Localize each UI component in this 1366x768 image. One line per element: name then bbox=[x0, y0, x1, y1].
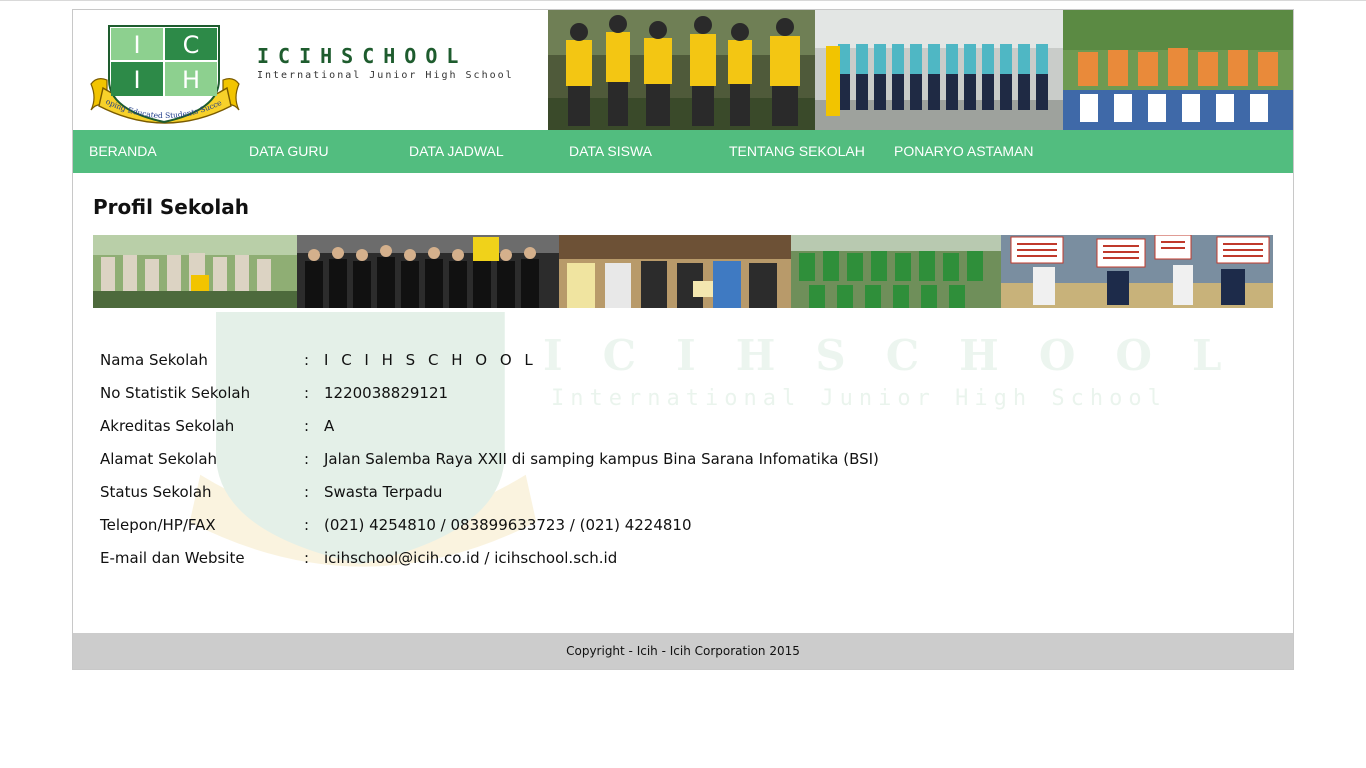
shield-logo-icon: I C I H Developing Educated Students Suc… bbox=[82, 15, 240, 124]
nav-item-data-guru[interactable]: DATA GURU bbox=[249, 130, 329, 173]
profile-value-statistik: 1220038829121 bbox=[324, 383, 449, 402]
site-header: I C I H Developing Educated Students Suc… bbox=[73, 10, 1293, 130]
table-row: Status Sekolah : Swasta Terpadu bbox=[93, 475, 1224, 508]
profile-value-nama: I C I H S C H O O L bbox=[324, 350, 537, 369]
table-row: No Statistik Sekolah : 1220038829121 bbox=[93, 376, 1224, 409]
browser-top-rule bbox=[0, 0, 1366, 1]
logo-letter-3: I bbox=[133, 66, 140, 94]
logo-letter-1: I bbox=[133, 31, 140, 59]
main-content: ICIHSCHOOL International Junior High Sch… bbox=[73, 173, 1293, 633]
profile-value-email: icihschool@icih.co.id / icihschool.sch.i… bbox=[324, 548, 618, 567]
profile-photo-banner bbox=[93, 235, 1273, 308]
logo-letter-2: C bbox=[183, 31, 200, 59]
profile-separator: : bbox=[304, 548, 310, 567]
profile-label-akreditas: Akreditas Sekolah bbox=[100, 416, 235, 435]
profile-value-status: Swasta Terpadu bbox=[324, 482, 443, 501]
table-row: E-mail dan Website : icihschool@icih.co.… bbox=[93, 541, 1224, 574]
profile-separator: : bbox=[304, 350, 310, 369]
profile-separator: : bbox=[304, 449, 310, 468]
profile-value-alamat: Jalan Salemba Raya XXII di samping kampu… bbox=[324, 449, 879, 468]
profile-label-nama: Nama Sekolah bbox=[100, 350, 208, 369]
brand-subtitle: International Junior High School bbox=[257, 70, 514, 81]
profile-separator: : bbox=[304, 383, 310, 402]
profile-separator: : bbox=[304, 416, 310, 435]
table-row: Nama Sekolah : I C I H S C H O O L bbox=[93, 343, 1224, 376]
header-photo-collage bbox=[548, 10, 1293, 130]
table-row: Alamat Sekolah : Jalan Salemba Raya XXII… bbox=[93, 442, 1224, 475]
profile-label-statistik: No Statistik Sekolah bbox=[100, 383, 251, 402]
profile-label-telepon: Telepon/HP/FAX bbox=[100, 515, 216, 534]
nav-item-data-jadwal[interactable]: DATA JADWAL bbox=[409, 130, 504, 173]
profile-value-telepon: (021) 4254810 / 083899633723 / (021) 422… bbox=[324, 515, 692, 534]
profile-separator: : bbox=[304, 482, 310, 501]
page-title: Profil Sekolah bbox=[93, 195, 249, 219]
logo-letter-4: H bbox=[182, 66, 200, 94]
nav-item-beranda[interactable]: BERANDA bbox=[89, 130, 157, 173]
profile-value-akreditas: A bbox=[324, 416, 335, 435]
brand-title: ICIHSCHOOL bbox=[257, 44, 468, 68]
profile-label-alamat: Alamat Sekolah bbox=[100, 449, 218, 468]
school-profile-table: Nama Sekolah : I C I H S C H O O L No St… bbox=[93, 343, 1224, 574]
page-container: I C I H Developing Educated Students Suc… bbox=[72, 9, 1294, 670]
school-logo[interactable]: I C I H Developing Educated Students Suc… bbox=[82, 15, 245, 126]
brand-block: ICIHSCHOOL International Junior High Sch… bbox=[257, 44, 514, 83]
profile-label-status: Status Sekolah bbox=[100, 482, 212, 501]
site-footer: Copyright - Icih - Icih Corporation 2015 bbox=[73, 633, 1293, 669]
main-nav: BERANDA DATA GURU DATA JADWAL DATA SISWA… bbox=[73, 130, 1293, 173]
nav-item-tentang-sekolah[interactable]: TENTANG SEKOLAH bbox=[729, 130, 865, 173]
nav-item-data-siswa[interactable]: DATA SISWA bbox=[569, 130, 652, 173]
nav-item-ponaryo-astaman[interactable]: PONARYO ASTAMAN bbox=[894, 130, 1034, 173]
table-row: Telepon/HP/FAX : (021) 4254810 / 0838996… bbox=[93, 508, 1224, 541]
profile-label-email: E-mail dan Website bbox=[100, 548, 245, 567]
table-row: Akreditas Sekolah : A bbox=[93, 409, 1224, 442]
profile-separator: : bbox=[304, 515, 310, 534]
